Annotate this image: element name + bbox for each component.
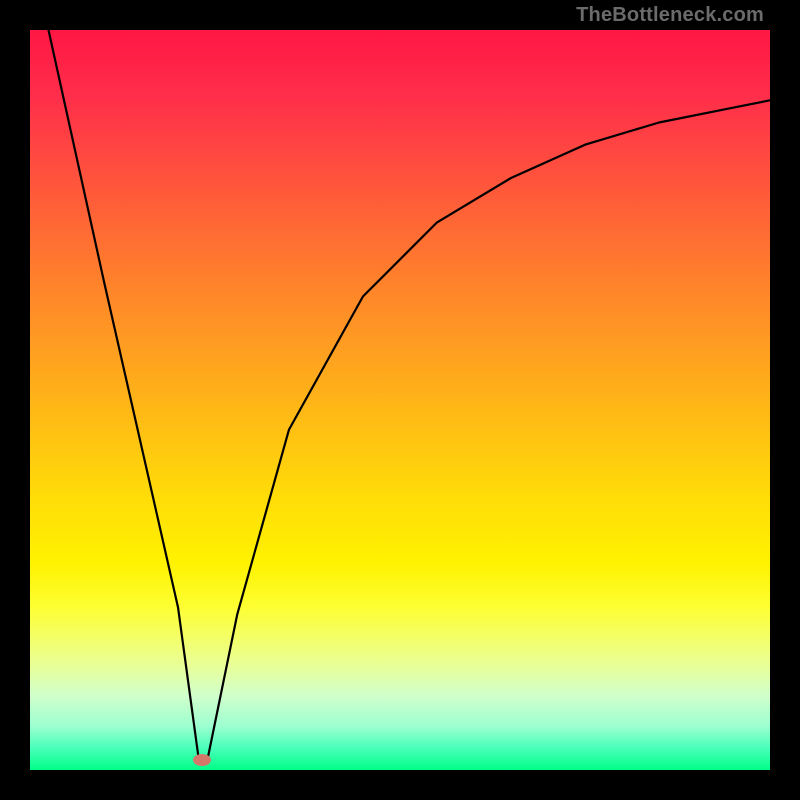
chart-frame: TheBottleneck.com [0, 0, 800, 800]
plot-area [30, 30, 770, 770]
minimum-marker [193, 754, 211, 766]
watermark-text: TheBottleneck.com [576, 4, 764, 27]
bottleneck-curve [30, 30, 770, 770]
